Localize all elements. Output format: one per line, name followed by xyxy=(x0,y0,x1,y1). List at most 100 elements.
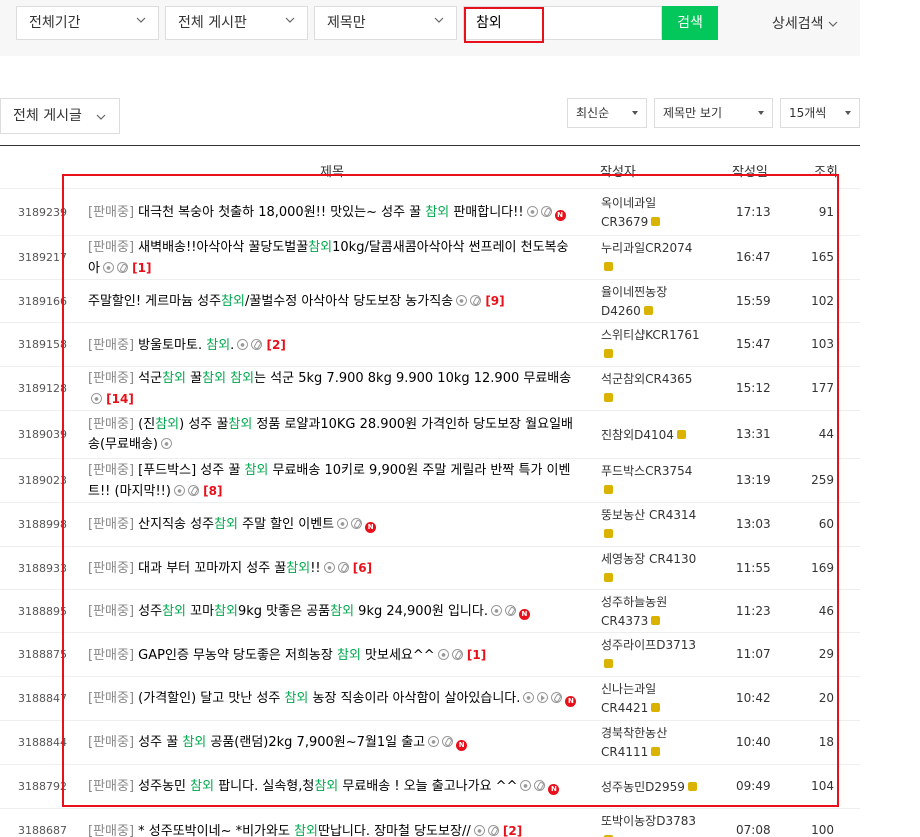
post-title-link[interactable]: [판매중] 산지직송 성주참외 주말 할인 이벤트 N xyxy=(88,515,580,535)
table-row[interactable]: 3188998 [판매중] 산지직송 성주참외 주말 할인 이벤트 N 뚱보농산 CR… xyxy=(0,503,860,547)
table-row[interactable]: 3188687 [판매중] * 성주또박이네~ *비가와도 참외딴납니다. 장마철… xyxy=(0,809,860,837)
view-count: 259 xyxy=(811,473,834,487)
post-title-link[interactable]: [판매중] (진참외) 성주 꿀참외 정품 로얄과10KG 28.900원 가격… xyxy=(88,415,580,455)
author-name-text: 옥이네과일 CR3679 xyxy=(601,196,657,229)
author-name[interactable]: 진참외D4104 xyxy=(601,426,701,445)
advanced-search-toggle[interactable]: 상세검색 xyxy=(772,13,838,33)
table-row[interactable]: 3189023 [판매중] [푸드박스] 성주 꿀 참외 무료배송 10키로 9,… xyxy=(0,459,860,503)
post-title-link[interactable]: [판매중] 대과 부터 꼬마까지 성주 꿀참외!! [6] xyxy=(88,558,580,579)
post-title-link[interactable]: [판매중] 석군참외 꿀참외 참외는 석군 5kg 7.900 8kg 9.90… xyxy=(88,369,580,410)
keyword-highlight: 참외 xyxy=(308,240,333,255)
post-number: 3189158 xyxy=(18,338,67,351)
board-select-label: 전체 게시판 xyxy=(178,15,247,31)
comment-count[interactable]: [6] xyxy=(349,561,372,575)
author-name[interactable]: 석군참외CR4365 xyxy=(601,370,701,408)
table-row[interactable]: 3189217 [판매중] 새벽배송!!아삭아삭 꿀당도벌꿀참외10kg/달콤새콤… xyxy=(0,236,860,280)
photo-icon xyxy=(160,438,172,449)
post-date: 17:13 xyxy=(736,205,771,219)
table-row[interactable]: 3188844 [판매중] 성주 꿀 참외 공품(랜덤)2kg 7,900원~7월… xyxy=(0,721,860,765)
author-name[interactable]: 뚱보농산 CR4314 xyxy=(601,506,701,544)
table-row[interactable]: 3189158 [판매중] 방울토마토. 참외. [2] 스위티샵KCR1761 15… xyxy=(0,323,860,367)
comment-count[interactable]: [2] xyxy=(262,338,285,352)
attachment-icon xyxy=(451,648,463,660)
post-title-link[interactable]: [판매중] 방울토마토. 참외. [2] xyxy=(88,335,580,356)
post-title-link[interactable]: [판매중] 성주참외 꼬마참외9kg 맛좋은 공품참외 9kg 24,900원 … xyxy=(88,602,580,622)
attachment-icon xyxy=(534,780,546,791)
author-name[interactable]: 또박이농장D3783 xyxy=(601,812,701,837)
author-name[interactable]: 성주농민D2959 xyxy=(601,778,701,797)
table-row[interactable]: 3189128 [판매중] 석군참외 꿀참외 참외는 석군 5kg 7.900 8… xyxy=(0,367,860,411)
search-button[interactable]: 검색 xyxy=(662,6,718,40)
post-head-tag: [판매중] xyxy=(88,561,135,576)
comment-count[interactable]: [8] xyxy=(199,484,222,498)
keyword-highlight: 참외 xyxy=(244,463,269,478)
author-name[interactable]: 신나는과일 CR4421 xyxy=(601,680,701,718)
post-title-link[interactable]: [판매중] 대극천 복숭아 첫출하 18,000원!! 맛있는~ 성주 꿀 참외… xyxy=(88,203,580,223)
author-name[interactable]: 성주라이프D3713 xyxy=(601,636,701,674)
post-head-tag: [판매중] xyxy=(88,647,135,663)
post-title-text: 팝니다. 실속형,청 xyxy=(214,779,315,794)
view-count: 104 xyxy=(811,779,834,793)
author-name[interactable]: 세영농장 CR4130 xyxy=(601,550,701,588)
search-field-select[interactable]: 제목만 xyxy=(314,6,457,40)
table-row[interactable]: 3189166 주말할인! 게르마늄 성주참외/꿀벌수정 아삭아삭 당도보장 농가… xyxy=(0,280,860,323)
post-title-text: 성주 xyxy=(138,603,163,619)
new-badge-icon: N xyxy=(548,784,560,795)
member-level-icon xyxy=(604,529,613,538)
period-select-label: 전체기간 xyxy=(29,15,81,31)
board-select[interactable]: 전체 게시판 xyxy=(165,6,308,40)
table-row[interactable]: 3188933 [판매중] 대과 부터 꼬마까지 성주 꿀참외!! [6] 세영농장… xyxy=(0,547,860,590)
post-title-link[interactable]: [판매중] 성주 꿀 참외 공품(랜덤)2kg 7,900원~7월1일 출고 N xyxy=(88,733,580,753)
comment-count[interactable]: [2] xyxy=(499,824,522,837)
post-title-link[interactable]: [판매중] * 성주또박이네~ *비가와도 참외딴납니다. 장마철 당도보장//… xyxy=(88,821,580,837)
table-row[interactable]: 3188875 [판매중] GAP인증 무농약 당도좋은 저희농장 참외 맛보세요… xyxy=(0,633,860,677)
photo-icon xyxy=(102,262,114,273)
keyword-highlight: 참외 xyxy=(162,371,187,386)
page-size-select[interactable]: 15개씩 xyxy=(780,98,860,128)
photo-icon xyxy=(523,692,535,703)
post-title-text: 무료배송 ! 오늘 출고나가요 ^^ xyxy=(338,779,518,794)
search-input[interactable]: 참외 xyxy=(463,6,662,40)
author-name-text: 신나는과일 CR4421 xyxy=(601,682,657,715)
comment-count[interactable]: [1] xyxy=(128,261,151,275)
period-select[interactable]: 전체기간 xyxy=(16,6,159,40)
table-row[interactable]: 3188895 [판매중] 성주참외 꼬마참외9kg 맛좋은 공품참외 9kg 2… xyxy=(0,590,860,633)
table-row[interactable]: 3188792 [판매중] 성주농민 참외 팝니다. 실속형,청참외 무료배송 !… xyxy=(0,765,860,809)
author-name[interactable]: 스위티샵KCR1761 xyxy=(601,326,701,364)
chevron-down-icon xyxy=(828,21,837,27)
author-name[interactable]: 경북착한농산 CR4111 xyxy=(601,724,701,762)
all-posts-filter[interactable]: 전체 게시글 xyxy=(0,98,120,134)
new-badge-icon: N xyxy=(565,696,577,707)
author-name[interactable]: 옥이네과일 CR3679 xyxy=(601,194,701,232)
post-title-link[interactable]: [판매중] 성주농민 참외 팝니다. 실속형,청참외 무료배송 ! 오늘 출고나… xyxy=(88,777,580,797)
post-head-tag: [판매중] xyxy=(88,371,135,386)
comment-count[interactable]: [14] xyxy=(102,392,134,406)
post-title-text: 꿀 xyxy=(186,371,203,386)
attachment-icon xyxy=(351,518,363,529)
post-date: 15:12 xyxy=(736,381,771,395)
table-row[interactable]: 3188847 [판매중] (가격할인) 달고 맛난 성주 참외 농장 직송이라 … xyxy=(0,677,860,721)
post-title-link[interactable]: [판매중] 새벽배송!!아삭아삭 꿀당도벌꿀참외10kg/달콤새콤아삭아삭 썬프… xyxy=(88,238,580,279)
keyword-highlight: 참외 xyxy=(228,417,253,432)
post-title-link[interactable]: 주말할인! 게르마늄 성주참외/꿀벌수정 아삭아삭 당도보장 농가직송 [9] xyxy=(88,291,580,312)
attachment-icon xyxy=(251,338,263,350)
sort-select[interactable]: 최신순 xyxy=(567,98,647,128)
author-name[interactable]: 누리과일CR2074 xyxy=(601,239,701,277)
post-date: 11:23 xyxy=(736,603,771,618)
post-title-link[interactable]: [판매중] (가격할인) 달고 맛난 성주 참외 농장 직송이라 아삭함이 살아… xyxy=(88,689,580,709)
table-row[interactable]: 3189039 [판매중] (진참외) 성주 꿀참외 정품 로얄과10KG 28.… xyxy=(0,411,860,459)
post-title-link[interactable]: [판매중] GAP인증 무농약 당도좋은 저희농장 참외 맛보세요^^ [1] xyxy=(88,645,580,666)
post-title-text: 딴납니다. 장마철 당도보장// xyxy=(317,823,471,837)
video-icon xyxy=(537,692,549,703)
post-title-text: 대극천 복숭아 첫출하 18,000원!! 맛있는~ 성주 꿀 xyxy=(138,205,426,220)
view-mode-select[interactable]: 제목만 보기 xyxy=(654,98,773,128)
post-title-link[interactable]: [판매중] [푸드박스] 성주 꿀 참외 무료배송 10키로 9,900원 주말… xyxy=(88,461,580,502)
new-badge-icon: N xyxy=(554,210,566,221)
author-name[interactable]: 푸드박스CR3754 xyxy=(601,462,701,500)
comment-count[interactable]: [9] xyxy=(481,294,504,308)
table-row[interactable]: 3189239 [판매중] 대극천 복숭아 첫출하 18,000원!! 맛있는~ … xyxy=(0,190,860,236)
author-name[interactable]: 성주하늘농원 CR4373 xyxy=(601,593,701,631)
keyword-highlight: 참외 xyxy=(202,371,227,386)
comment-count[interactable]: [1] xyxy=(463,648,486,662)
author-name[interactable]: 율이네찐농장 D4260 xyxy=(601,283,701,321)
